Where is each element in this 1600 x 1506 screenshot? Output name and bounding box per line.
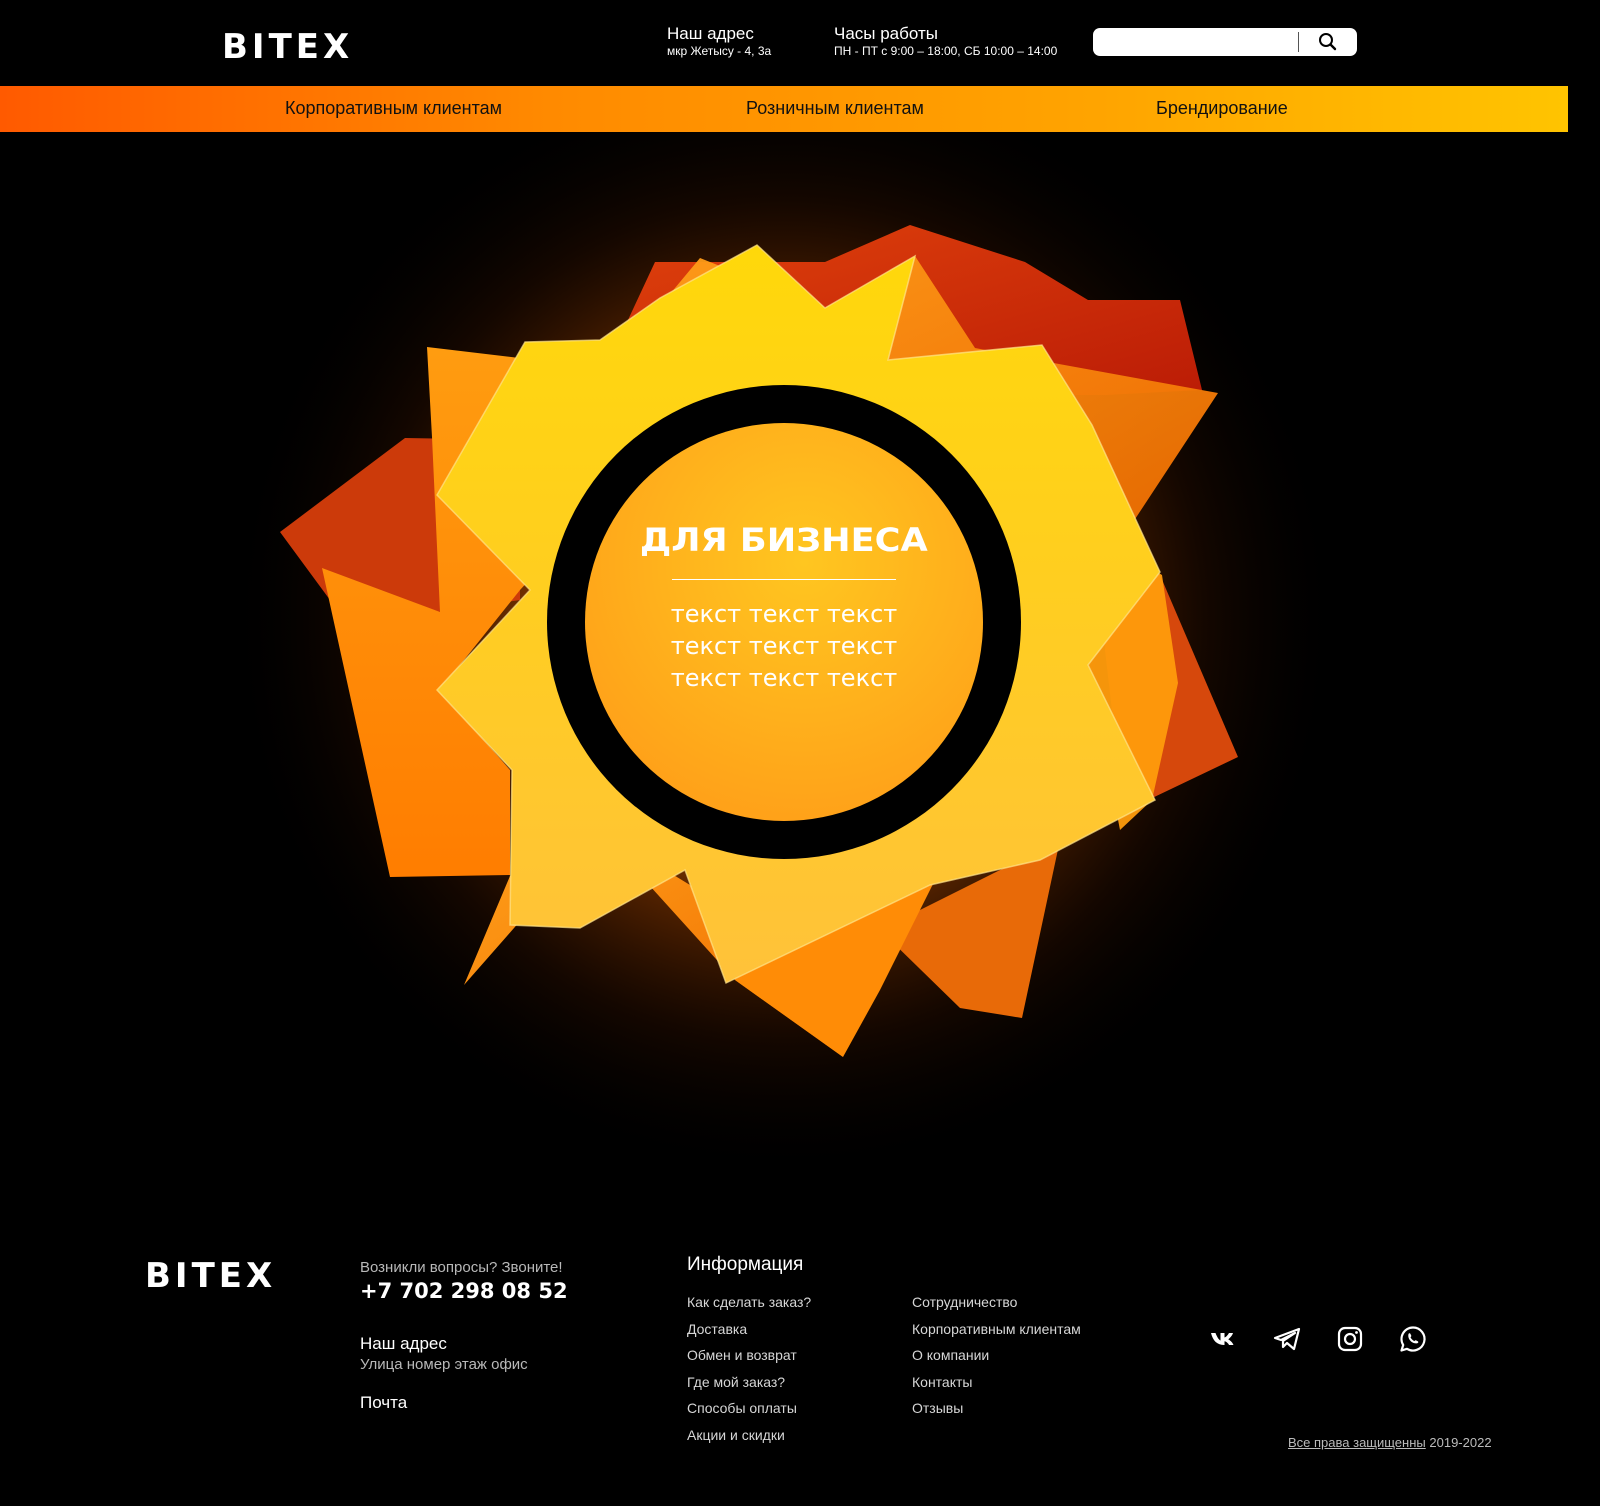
nav-item-branding[interactable]: Брендирование (1156, 98, 1288, 119)
footer-link-reviews[interactable]: Отзывы (912, 1400, 963, 1416)
footer-logo[interactable]: BITEX (145, 1256, 276, 1296)
footer-link-contacts[interactable]: Контакты (912, 1374, 972, 1390)
header-hours: Часы работы ПН - ПТ с 9:00 – 18:00, СБ 1… (834, 24, 1057, 58)
telegram-icon (1273, 1327, 1301, 1351)
top-bar: BITEX Наш адрес мкр Жетысу - 4, 3а Часы … (0, 0, 1568, 86)
copyright-years: 2019-2022 (1429, 1435, 1492, 1450)
footer-link-payment[interactable]: Способы оплаты (687, 1400, 797, 1416)
footer-link-cooperation[interactable]: Сотрудничество (912, 1294, 1017, 1310)
main-nav: Корпоративным клиентам Розничным клиента… (0, 86, 1568, 132)
footer-question: Возникли вопросы? Звоните! (360, 1259, 563, 1276)
hero-section: ДЛЯ БИЗНЕСА текст текст текст текст текс… (0, 132, 1568, 1192)
footer-link-how-to-order[interactable]: Как сделать заказ? (687, 1294, 811, 1310)
hero-line-3: текст текст текст (670, 664, 898, 692)
copyright: Все права защищенны 2019-2022 (1288, 1435, 1492, 1450)
search-input[interactable] (1103, 32, 1297, 54)
footer-link-promotions[interactable]: Акции и скидки (687, 1427, 785, 1443)
vk-link[interactable] (1209, 1324, 1239, 1354)
whatsapp-link[interactable] (1398, 1324, 1428, 1354)
footer-link-delivery[interactable]: Доставка (687, 1321, 747, 1337)
hero-divider (672, 579, 896, 580)
hero-line-2: текст текст текст (670, 632, 898, 660)
nav-item-retail[interactable]: Розничным клиентам (746, 98, 924, 119)
footer-mail-title[interactable]: Почта (360, 1393, 407, 1413)
footer-link-about[interactable]: О компании (912, 1347, 989, 1363)
instagram-link[interactable] (1335, 1324, 1365, 1354)
nav-item-corporate[interactable]: Корпоративным клиентам (285, 98, 502, 119)
rights-link[interactable]: Все права защищенны (1288, 1435, 1426, 1450)
address-value: мкр Жетысу - 4, 3а (667, 44, 772, 58)
hours-title: Часы работы (834, 24, 938, 43)
instagram-icon (1337, 1326, 1363, 1352)
search-icon (1319, 33, 1337, 51)
hero-body: текст текст текст текст текст текст текс… (586, 598, 982, 694)
vk-icon (1211, 1333, 1234, 1345)
hero-title: ДЛЯ БИЗНЕСА (640, 521, 928, 559)
address-title: Наш адрес (667, 24, 754, 43)
footer-phone[interactable]: +7 702 298 08 52 (360, 1279, 568, 1303)
footer-link-where-order[interactable]: Где мой заказ? (687, 1374, 785, 1390)
header-address: Наш адрес мкр Жетысу - 4, 3а (667, 24, 771, 58)
footer-link-corporate[interactable]: Корпоративным клиентам (912, 1321, 1081, 1337)
whatsapp-icon (1400, 1326, 1426, 1352)
search-button[interactable] (1315, 31, 1341, 53)
hero-circle-content: ДЛЯ БИЗНЕСА текст текст текст текст текс… (586, 521, 982, 694)
hero-line-1: текст текст текст (670, 600, 898, 628)
footer-link-exchange[interactable]: Обмен и возврат (687, 1347, 797, 1363)
search-box (1093, 28, 1357, 56)
header-logo[interactable]: BITEX (222, 27, 353, 67)
hours-value: ПН - ПТ с 9:00 – 18:00, СБ 10:00 – 14:00 (834, 44, 1058, 58)
footer-address-title: Наш адрес (360, 1334, 447, 1353)
search-divider (1298, 32, 1299, 52)
footer-address-value: Улица номер этаж офис (360, 1356, 528, 1373)
footer-info-title: Информация (687, 1254, 804, 1275)
telegram-link[interactable] (1272, 1324, 1302, 1354)
